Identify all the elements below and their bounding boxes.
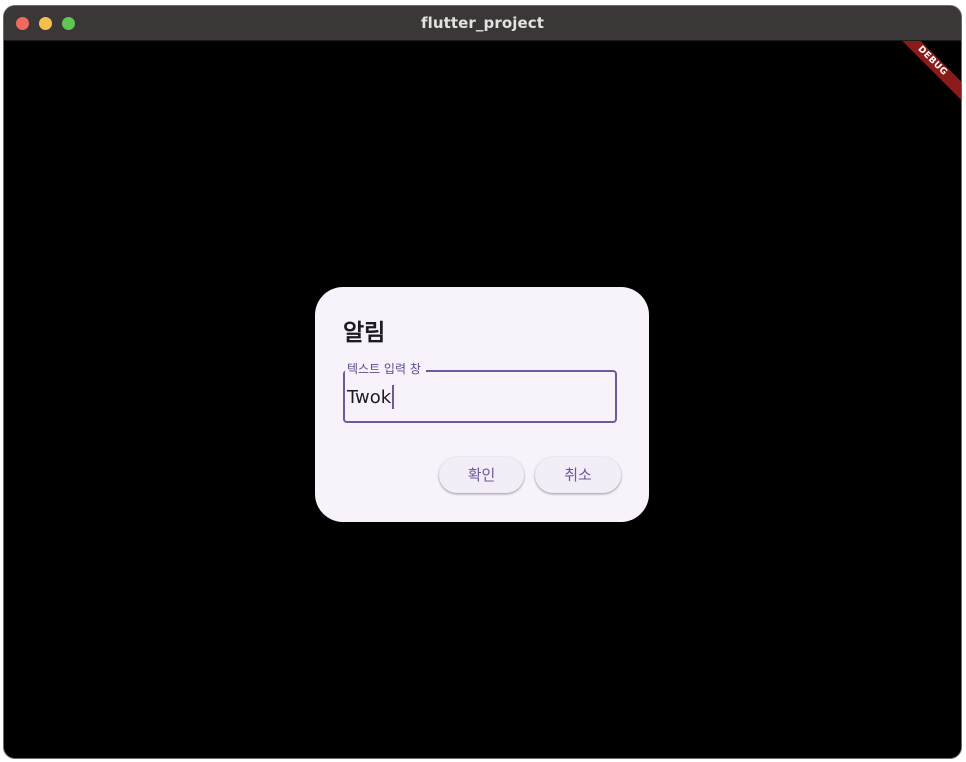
alert-dialog: 알림 텍스트 입력 창 Twok 확인 취소 <box>315 287 649 522</box>
dialog-title: 알림 <box>343 320 386 346</box>
window-titlebar[interactable]: flutter_project <box>4 6 961 41</box>
window-title: flutter_project <box>420 14 545 32</box>
confirm-button[interactable]: 확인 <box>439 457 524 493</box>
text-input[interactable]: Twok <box>347 385 607 409</box>
text-input-value: Twok <box>347 386 392 408</box>
text-input-field[interactable]: 텍스트 입력 창 Twok <box>343 362 617 423</box>
app-content: DEBUG 알림 텍스트 입력 창 Twok 확인 취소 <box>4 41 961 758</box>
debug-banner-label: DEBUG <box>888 41 961 105</box>
debug-banner: DEBUG <box>881 41 961 121</box>
app-window: flutter_project DEBUG 알림 텍스트 입력 창 Twok 확… <box>4 6 961 758</box>
text-cursor <box>392 385 395 409</box>
cancel-button[interactable]: 취소 <box>535 457 621 493</box>
text-input-label: 텍스트 입력 창 <box>345 362 426 376</box>
